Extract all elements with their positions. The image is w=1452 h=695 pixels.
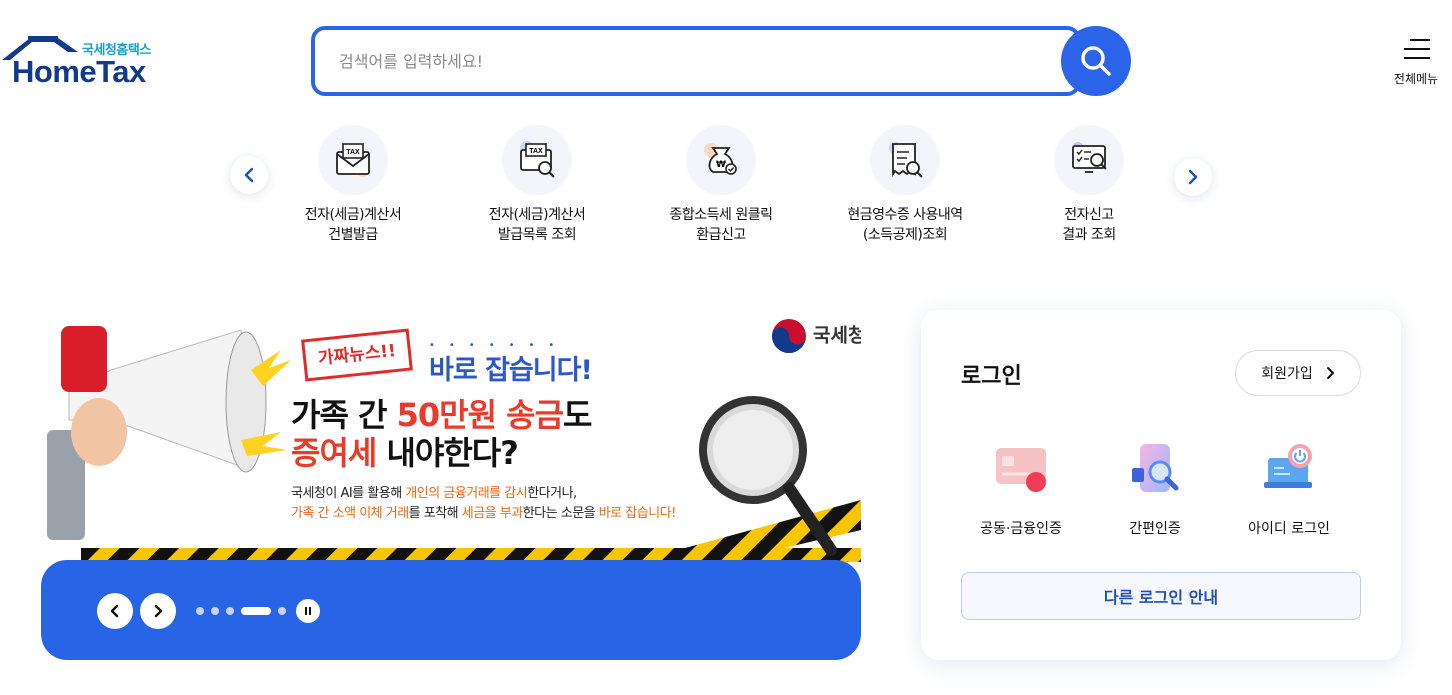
login-method-label: 아이디 로그인 <box>1248 521 1330 537</box>
login-method-label: 공동·금융인증 <box>980 521 1062 537</box>
quick-menu-item-cash-receipt[interactable]: 현금영수증 사용내역 (소득공제)조회 <box>815 125 995 245</box>
body-text: 를 포착해 <box>408 506 462 521</box>
body-highlight: 바로 잡습니다! <box>598 506 677 521</box>
search-input[interactable] <box>339 30 1039 92</box>
other-login-guide-button[interactable]: 다른 로그인 안내 <box>961 572 1361 620</box>
main-banner[interactable]: 국세청 가짜뉴스!! ••••••• 바로 잡습니다! 가족 간 50만원 송금… <box>41 310 861 660</box>
quick-menu-item-e-filing-result[interactable]: 전자신고결과 조회 <box>999 125 1179 245</box>
banner-body-line-1: 국세청이 AI를 활용해 개인의 금융거래를 감시한다거나, <box>291 482 577 501</box>
banner-next-button[interactable] <box>140 593 176 629</box>
body-text: 한다거나, <box>527 486 577 501</box>
quick-menu-label-line2: 환급신고 <box>696 227 746 243</box>
banner-headline-1: 바로 잡습니다! <box>429 355 593 386</box>
login-panel: 로그인 회원가입 공동·금융인증 간편인증 아이디 로그인 다른 로그인 안내 <box>921 310 1401 660</box>
headline-text: 내야한다? <box>376 434 518 472</box>
login-method-certificate[interactable]: 공동·금융인증 <box>961 440 1081 538</box>
hometax-logo[interactable]: 국세청홈택스 HomeTax <box>2 36 162 90</box>
chevron-right-icon <box>154 604 163 618</box>
chevron-right-icon <box>1188 169 1198 185</box>
login-method-id-login[interactable]: 아이디 로그인 <box>1229 440 1349 538</box>
body-text: 한다는 소문을 <box>522 506 599 521</box>
headline-highlight: 증여세 <box>291 434 377 472</box>
slide-indicator-dot-active[interactable] <box>241 607 271 615</box>
quick-menu-label-line2: 건별발급 <box>328 227 378 243</box>
banner-slide[interactable]: 국세청 가짜뉴스!! ••••••• 바로 잡습니다! 가족 간 50만원 송금… <box>41 310 861 580</box>
banner-pause-button[interactable] <box>296 599 320 623</box>
banner-prev-button[interactable] <box>97 593 133 629</box>
quick-menu-item-income-refund[interactable]: ₩ 종합소득세 원클릭환급신고 <box>631 125 811 245</box>
search-box <box>311 26 1081 96</box>
quick-menu-label-line2: (소득공제)조회 <box>862 227 948 243</box>
join-label: 회원가입 <box>1261 366 1313 382</box>
tax-search-icon: TAX <box>502 125 572 195</box>
chevron-right-icon <box>1326 367 1334 379</box>
svg-text:TAX: TAX <box>346 149 360 156</box>
quick-menu-item-invoice-issue[interactable]: TAX 전자(세금)계산서건별발급 <box>263 125 443 245</box>
hamburger-icon <box>1402 39 1430 61</box>
tax-envelope-icon: TAX <box>318 125 388 195</box>
quick-menu-label-line2: 결과 조회 <box>1062 227 1116 243</box>
slide-indicator-dot[interactable] <box>226 607 234 615</box>
search-icon <box>1081 46 1111 76</box>
body-text: 국세청이 AI를 활용해 <box>291 486 406 501</box>
chevron-left-icon <box>244 167 254 183</box>
receipt-search-icon <box>870 125 940 195</box>
quick-menu-label-line1: 전자신고 <box>1064 207 1114 223</box>
login-title: 로그인 <box>961 364 1022 389</box>
body-highlight: 세금을 부과 <box>461 506 523 521</box>
quick-menu-label-line1: 종합소득세 원클릭 <box>669 207 774 223</box>
banner-body-line-2: 가족 간 소액 이체 거래를 포착해 세금을 부과한다는 소문을 바로 잡습니다… <box>291 502 676 521</box>
quick-menu-item-invoice-list[interactable]: TAX 전자(세금)계산서발급목록 조회 <box>447 125 627 245</box>
hometax-main-page: 국세청홈택스 HomeTax 전체메뉴 <box>0 0 1452 695</box>
login-method-label: 간편인증 <box>1129 521 1181 537</box>
join-button[interactable]: 회원가입 <box>1235 350 1361 396</box>
all-menu-label: 전체메뉴 <box>1393 72 1439 86</box>
taegeuk-icon <box>772 319 806 353</box>
quick-menu-label-line2: 발급목록 조회 <box>497 227 577 243</box>
banner-org-name: 국세청 <box>813 324 861 347</box>
login-method-simple-auth[interactable]: 간편인증 <box>1095 440 1215 538</box>
quick-menu-next-button[interactable] <box>1174 158 1212 196</box>
refund-bag-icon: ₩ <box>686 125 756 195</box>
nts-logo: 국세청 <box>771 318 861 354</box>
quick-menu-label-line1: 현금영수증 사용내역 <box>847 207 963 223</box>
slide-indicator-dot[interactable] <box>211 607 219 615</box>
svg-text:TAX: TAX <box>529 148 543 155</box>
body-highlight: 가족 간 소액 이체 거래 <box>291 506 409 521</box>
laptop-power-icon <box>1256 440 1322 500</box>
quick-menu-label-line1: 전자(세금)계산서 <box>488 207 586 223</box>
all-menu-button[interactable]: 전체메뉴 <box>1386 36 1446 92</box>
slide-indicator-dot[interactable] <box>278 607 286 615</box>
body-highlight: 개인의 금융거래를 감시 <box>405 486 528 501</box>
search-button[interactable] <box>1061 26 1131 96</box>
logo-title: HomeTax <box>12 54 146 89</box>
monitor-search-icon <box>1054 125 1124 195</box>
quick-menu-label-line1: 전자(세금)계산서 <box>304 207 402 223</box>
phone-search-icon <box>1122 440 1188 500</box>
pause-icon <box>305 607 311 615</box>
headline-text: 도 <box>563 396 592 434</box>
slide-indicator-dot[interactable] <box>196 607 204 615</box>
banner-headline-3: 증여세 내야한다? <box>291 428 519 474</box>
certificate-card-icon <box>988 440 1054 500</box>
chevron-left-icon <box>110 604 119 618</box>
svg-text:₩: ₩ <box>716 160 726 170</box>
